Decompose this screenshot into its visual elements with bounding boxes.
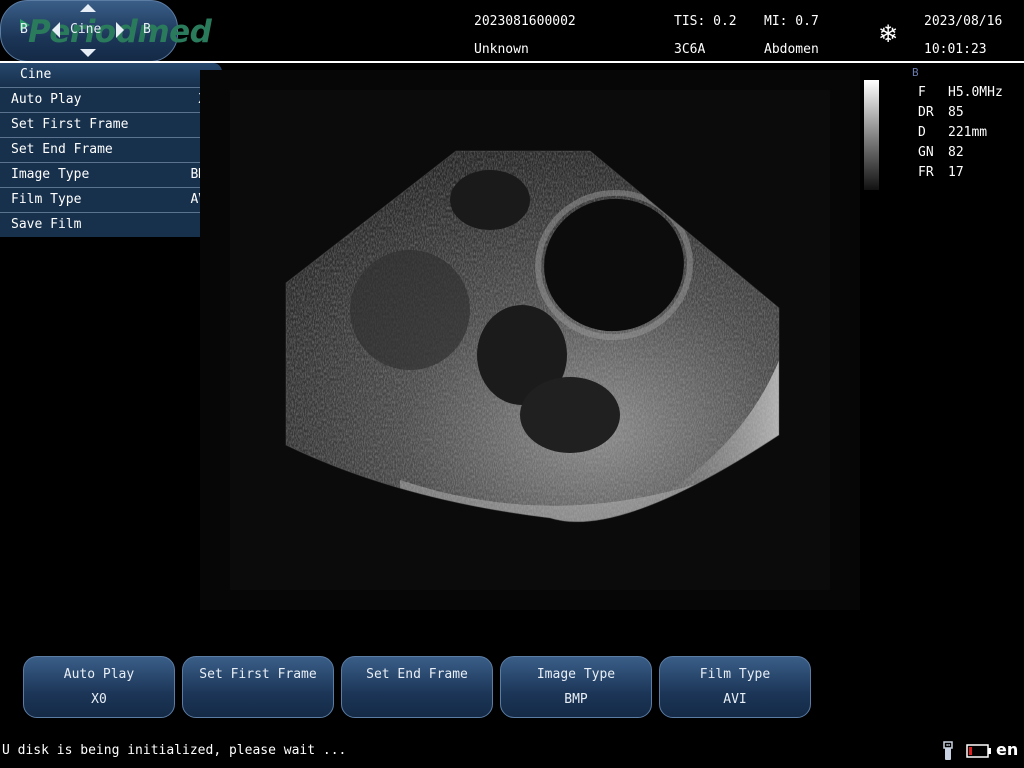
softkey-value [183, 691, 333, 709]
time-display: 10:01:23 [924, 42, 987, 57]
mi-readout: MI: 0.7 [764, 14, 819, 29]
param-key: FR [918, 165, 934, 180]
arrow-right-icon[interactable] [116, 22, 124, 38]
softkey-value: AVI [723, 692, 747, 707]
param-gain: 82 [948, 145, 964, 160]
softkey-film-type[interactable]: Film Type AVI [659, 656, 811, 718]
ultrasound-image[interactable] [200, 70, 860, 610]
softkey-auto-play[interactable]: Auto Play X0 [23, 656, 175, 718]
softkey-title: Set End Frame [366, 667, 468, 682]
param-key: F [918, 85, 926, 100]
cine-menu-title: Cine [0, 63, 222, 88]
arrow-left-icon[interactable] [52, 22, 60, 38]
param-key: D [918, 125, 926, 140]
menu-item-label: Auto Play [11, 92, 82, 107]
softkey-title: Image Type [536, 667, 616, 682]
softkey-set-first-frame[interactable]: Set First Frame [182, 656, 334, 718]
cine-menu: Cine Auto Play X0 Set First Frame Set En… [0, 63, 222, 237]
menu-item-film-type[interactable]: Film Type AVI [0, 188, 222, 213]
nav-center-label: Cine [70, 22, 102, 37]
snowflake-icon: ❄ [877, 20, 899, 48]
menu-item-label: Set End Frame [11, 142, 113, 157]
menu-item-set-end-frame[interactable]: Set End Frame [0, 138, 222, 163]
patient-id: 2023081600002 [474, 14, 576, 29]
param-frame-rate: 17 [948, 165, 964, 180]
date-display: 2023/08/16 [924, 14, 1003, 29]
language-indicator[interactable]: en [996, 740, 1018, 759]
menu-item-set-first-frame[interactable]: Set First Frame [0, 113, 222, 138]
menu-item-save-film[interactable]: Save Film [0, 213, 222, 237]
nav-right-label: B [143, 22, 151, 37]
softkey-title: Auto Play [63, 667, 135, 682]
param-depth: 221mm [948, 125, 988, 140]
param-dynamic-range: 85 [948, 105, 964, 120]
menu-item-label: Set First Frame [11, 117, 129, 132]
usb-icon [943, 741, 953, 760]
grayscale-bar [864, 80, 879, 190]
softkey-value [342, 691, 492, 709]
softkey-title: Set First Frame [199, 667, 317, 682]
tis-readout: TIS: 0.2 [674, 14, 737, 29]
param-key: GN [918, 145, 934, 160]
menu-item-label: Save Film [11, 217, 82, 232]
patient-name: Unknown [474, 42, 529, 57]
probe-name: 3C6A [674, 42, 706, 57]
menu-item-auto-play[interactable]: Auto Play X0 [0, 88, 222, 113]
arrow-up-icon[interactable] [80, 4, 96, 12]
arrow-down-icon[interactable] [80, 49, 96, 57]
battery-low-icon [966, 744, 991, 758]
menu-item-image-type[interactable]: Image Type BMP [0, 163, 222, 188]
softkey-title: Film Type [699, 667, 771, 682]
menu-item-label: Image Type [11, 167, 90, 182]
imaging-mode: B [912, 66, 919, 79]
param-frequency: H5.0MHz [948, 85, 1003, 100]
menu-item-label: Film Type [11, 192, 82, 207]
param-key: DR [918, 105, 934, 120]
nav-left-label: B [20, 22, 28, 37]
softkey-image-type[interactable]: Image Type BMP [500, 656, 652, 718]
softkey-value: X0 [91, 692, 107, 707]
status-message: U disk is being initialized, please wait… [2, 743, 347, 758]
exam-preset: Abdomen [764, 42, 819, 57]
softkey-set-end-frame[interactable]: Set End Frame [341, 656, 493, 718]
softkey-value: BMP [564, 692, 588, 707]
ultrasound-sector [200, 70, 860, 610]
